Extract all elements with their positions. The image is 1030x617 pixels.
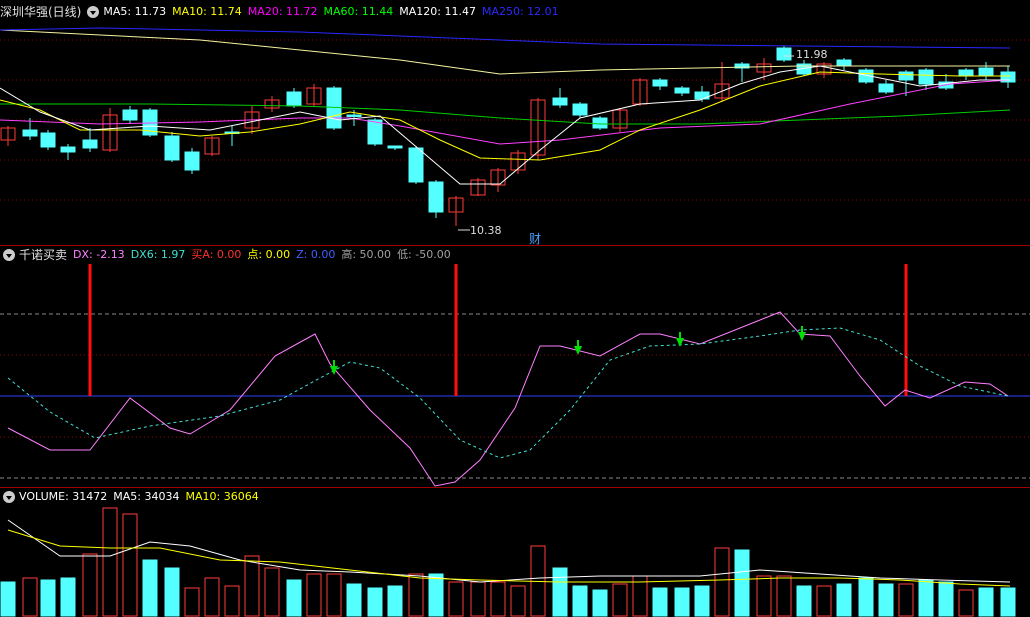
volume-bar xyxy=(898,583,914,617)
volume-bar xyxy=(816,585,832,617)
volume-chart[interactable] xyxy=(0,0,1030,617)
volume-bar xyxy=(22,577,38,617)
volume-bar xyxy=(306,573,322,617)
volume-bar xyxy=(60,577,76,617)
volume-bar xyxy=(796,585,812,617)
volume-bar xyxy=(652,587,668,617)
volume-bar xyxy=(552,567,568,617)
volume-bar xyxy=(490,581,506,617)
volume-bar xyxy=(958,589,974,617)
volume-bar xyxy=(756,575,772,617)
volume-bar xyxy=(592,589,608,617)
volume-bar xyxy=(142,559,158,617)
volume-bar xyxy=(326,573,342,617)
volume-bar xyxy=(204,577,220,617)
volume-bar xyxy=(428,573,444,617)
volume-bar xyxy=(1000,587,1016,617)
volume-bar xyxy=(102,507,118,617)
volume-bar xyxy=(408,573,424,617)
volume-bar xyxy=(164,567,180,617)
volume-bar xyxy=(224,585,240,617)
volume-bar xyxy=(40,579,56,617)
volume-bar xyxy=(510,585,526,617)
volume-bar xyxy=(286,579,302,617)
volume-bar xyxy=(694,585,710,617)
volume-bar xyxy=(387,585,403,617)
volume-bar xyxy=(878,583,894,617)
volume-bar xyxy=(612,583,628,617)
volume-bar xyxy=(346,583,362,617)
volume-bar xyxy=(858,577,874,617)
volume-bar xyxy=(714,547,730,617)
volume-ma5-line xyxy=(7,519,1011,583)
volume-bar xyxy=(836,583,852,617)
volume-bar xyxy=(734,549,750,617)
volume-bar xyxy=(918,579,934,617)
volume-bar xyxy=(938,581,954,617)
volume-bar xyxy=(776,575,792,617)
volume-bar xyxy=(0,581,16,617)
volume-bar xyxy=(674,587,690,617)
volume-bar xyxy=(82,553,98,617)
volume-bar xyxy=(448,581,464,617)
volume-bar xyxy=(367,587,383,617)
volume-bar xyxy=(122,513,138,617)
volume-bar xyxy=(244,555,260,617)
volume-bar xyxy=(470,581,486,617)
volume-bar xyxy=(264,567,280,617)
volume-bar xyxy=(978,587,994,617)
volume-bar xyxy=(572,585,588,617)
volume-bar xyxy=(184,587,200,617)
